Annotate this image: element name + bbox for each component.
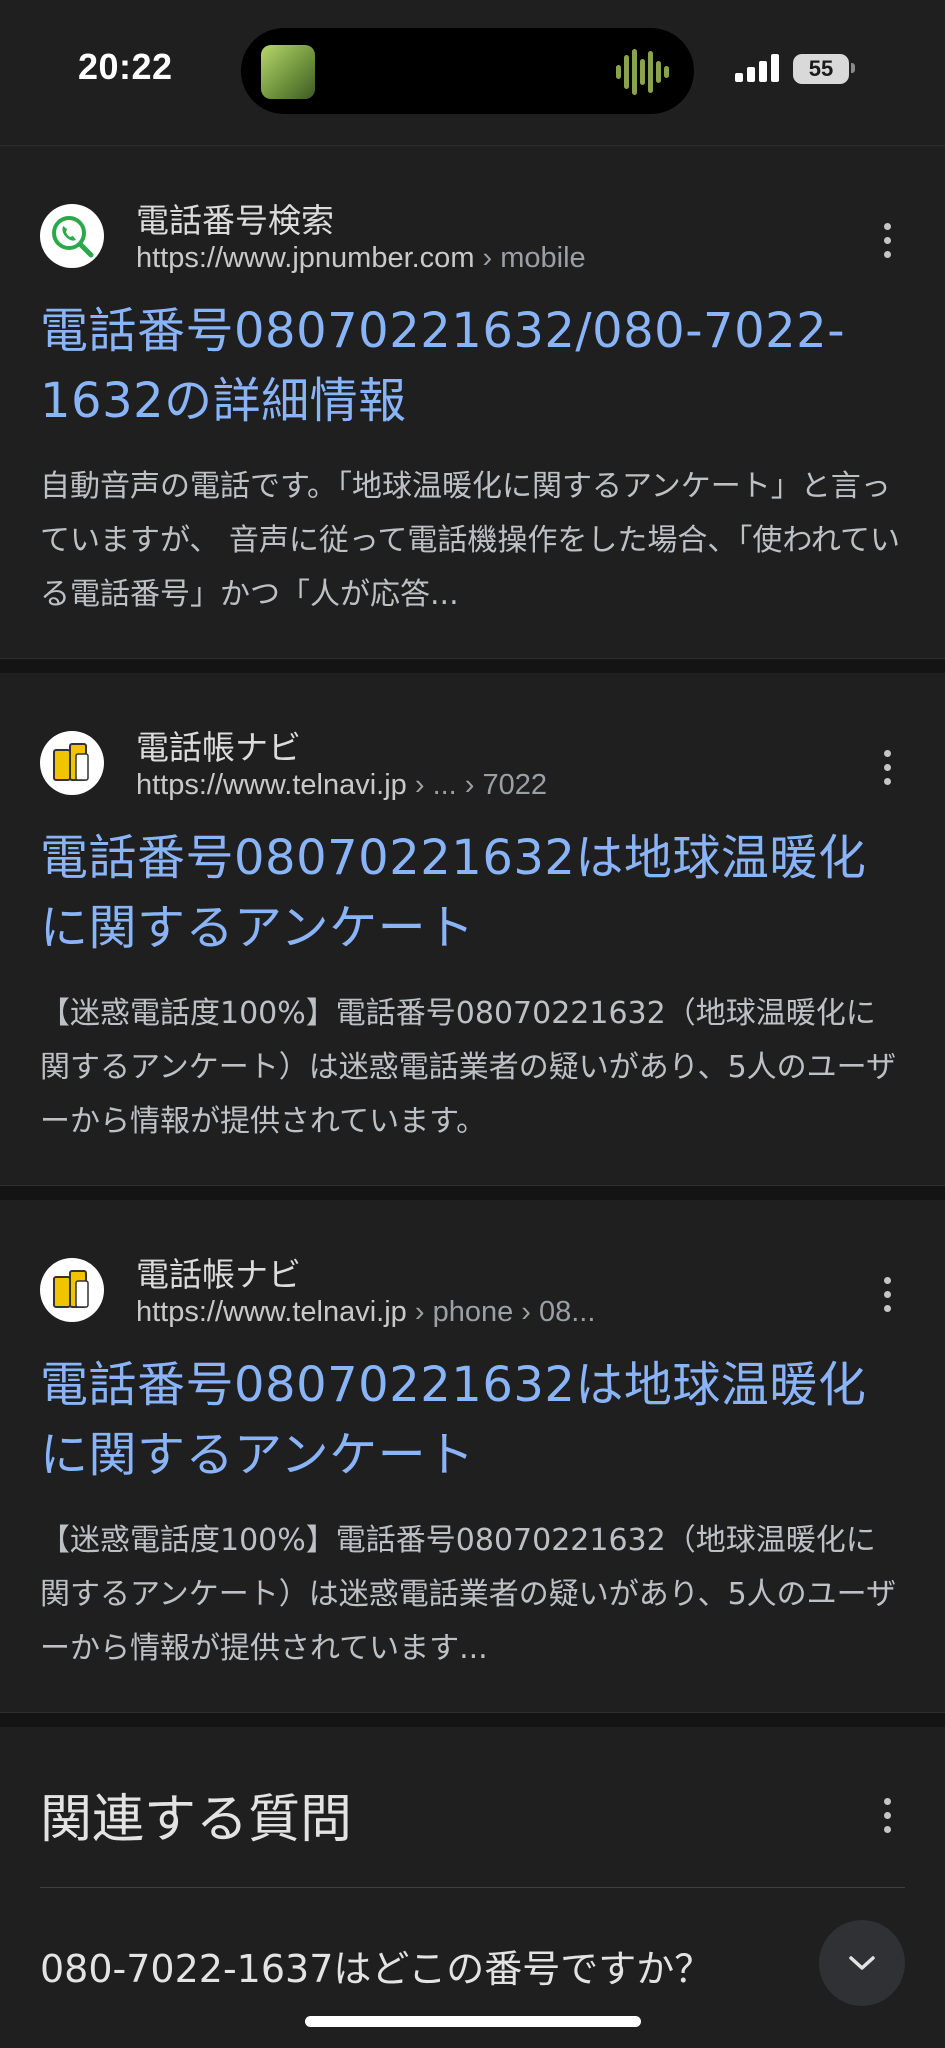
- battery-tip: [851, 63, 855, 73]
- telnavi-icon: [40, 1258, 104, 1322]
- phone-search-icon: [40, 204, 104, 268]
- battery-icon: 55: [793, 54, 849, 84]
- source-url: https://www.jpnumber.com › mobile: [136, 242, 586, 275]
- result-source[interactable]: 電話帳ナビ https://www.telnavi.jp › phone › 0…: [40, 1200, 905, 1328]
- signal-icon: [735, 54, 779, 82]
- result-source[interactable]: 電話番号検索 https://www.jpnumber.com › mobile: [40, 146, 905, 274]
- result-divider: [0, 1713, 945, 1727]
- source-name: 電話帳ナビ: [136, 1255, 301, 1294]
- dynamic-island[interactable]: [241, 28, 694, 114]
- url-host: https://www.telnavi.jp: [136, 1296, 407, 1328]
- source-url: https://www.telnavi.jp › ... › 7022: [136, 769, 547, 802]
- status-time: 20:22: [78, 46, 173, 87]
- waveform-icon: [616, 49, 669, 95]
- source-name: 電話帳ナビ: [136, 728, 301, 767]
- result-divider: [0, 659, 945, 673]
- status-indicators: 55: [735, 52, 865, 86]
- status-bar: 20:22 55: [0, 0, 945, 146]
- chevron-down-icon[interactable]: [819, 1920, 905, 2006]
- related-questions-title: 関連する質問: [40, 1790, 353, 1850]
- result-snippet: 【迷惑電話度100%】電話番号08070221632（地球温暖化に関するアンケー…: [40, 1523, 897, 1666]
- result-title-link[interactable]: 電話番号08070221632/080-7022-1632の詳細情報: [40, 296, 905, 436]
- search-result: 電話番号検索 https://www.jpnumber.com › mobile…: [0, 146, 945, 659]
- home-indicator[interactable]: [305, 2016, 641, 2027]
- result-source[interactable]: 電話帳ナビ https://www.telnavi.jp › ... › 702…: [40, 673, 905, 801]
- related-question-text: 080-7022-1637はどこの番号ですか？: [40, 1947, 713, 1991]
- source-name: 電話番号検索: [136, 201, 334, 240]
- result-snippet: 自動音声の電話です。「地球温暖化に関するアンケート」と言っていますが、 音声に従…: [40, 469, 901, 612]
- more-options-icon[interactable]: [869, 218, 905, 262]
- result-title-link[interactable]: 電話番号08070221632は地球温暖化に関するアンケート: [40, 1350, 905, 1490]
- related-questions-header: 関連する質問: [40, 1727, 905, 1887]
- source-url: https://www.telnavi.jp › phone › 08...: [136, 1296, 595, 1329]
- result-title-link[interactable]: 電話番号08070221632は地球温暖化に関するアンケート: [40, 823, 905, 963]
- search-results: 電話番号検索 https://www.jpnumber.com › mobile…: [0, 146, 945, 2038]
- url-path: › ... › 7022: [406, 769, 548, 801]
- search-result: 電話帳ナビ https://www.telnavi.jp › ... › 702…: [0, 673, 945, 1186]
- telnavi-icon: [40, 731, 104, 795]
- more-options-icon[interactable]: [869, 1272, 905, 1316]
- related-questions: 関連する質問 080-7022-1637はどこの番号ですか？: [0, 1727, 945, 2038]
- more-options-icon[interactable]: [869, 1793, 905, 1837]
- result-snippet: 【迷惑電話度100%】電話番号08070221632（地球温暖化に関するアンケー…: [40, 996, 897, 1139]
- search-result: 電話帳ナビ https://www.telnavi.jp › phone › 0…: [0, 1200, 945, 1713]
- url-path: › mobile: [474, 242, 586, 274]
- album-art-icon: [261, 45, 315, 99]
- url-path: › phone › 08...: [406, 1296, 596, 1328]
- more-options-icon[interactable]: [869, 745, 905, 789]
- url-host: https://www.jpnumber.com: [136, 242, 475, 274]
- url-host: https://www.telnavi.jp: [136, 769, 407, 801]
- result-divider: [0, 1186, 945, 1200]
